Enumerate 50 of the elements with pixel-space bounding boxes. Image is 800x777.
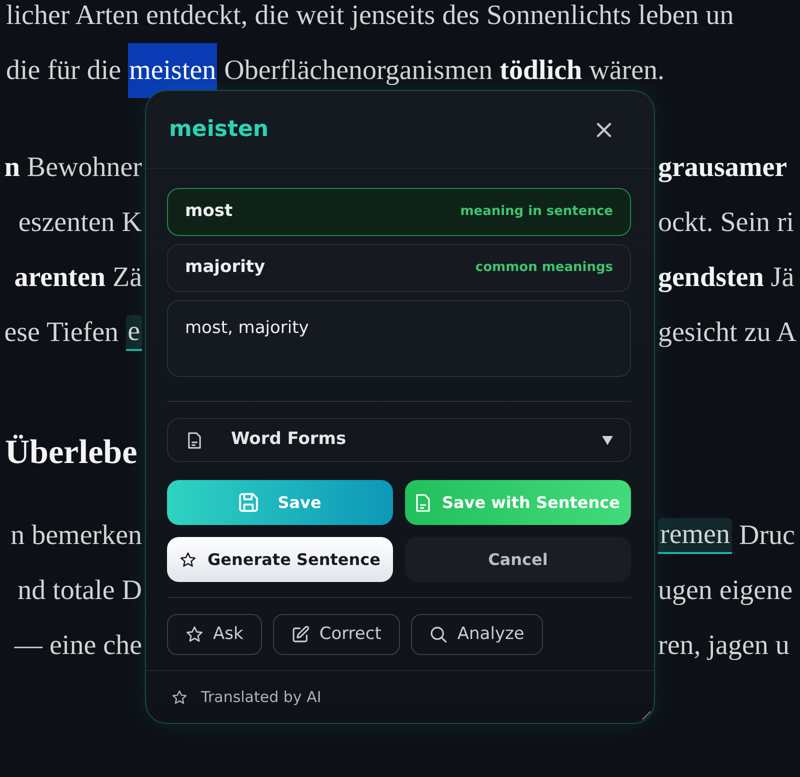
document-icon <box>188 432 201 448</box>
ask-button[interactable]: Ask <box>167 614 262 655</box>
save-icon <box>238 493 258 512</box>
article-text: ockt. Sein ri <box>658 206 794 240</box>
bold-text: n <box>4 150 20 184</box>
generate-sentence-button[interactable]: Generate Sentence <box>167 537 393 582</box>
correct-button[interactable]: Correct <box>273 614 400 655</box>
article-text: gesicht zu A <box>658 316 796 350</box>
star-icon <box>186 626 203 643</box>
close-icon <box>596 122 612 138</box>
star-icon <box>172 690 187 704</box>
resize-grip-icon <box>642 711 651 720</box>
article-text: Oberflächenorganismen <box>224 54 493 88</box>
article-text: licher Arten entdeckt, die weit jenseits des Sonnenlichts leben un <box>6 0 734 32</box>
document-icon <box>416 494 430 512</box>
translation-field[interactable]: most, majority <box>167 300 631 377</box>
article-text: — eine che <box>14 628 142 662</box>
article-text: Zä <box>112 260 142 294</box>
pencil-square-icon <box>292 626 310 643</box>
bold-text: tödlich <box>500 54 582 88</box>
bold-text: gendsten <box>658 260 764 294</box>
article-text: Jä <box>770 260 794 294</box>
search-icon <box>430 626 448 643</box>
word-forms-dropdown[interactable]: Word Forms <box>167 418 631 462</box>
meaning-source-tag: common meanings <box>475 258 613 278</box>
article-text: ese Tiefen <box>4 316 119 350</box>
article-text: wären. <box>589 54 665 88</box>
selected-word[interactable]: meisten <box>128 43 218 98</box>
bold-text: grausamer <box>658 150 788 184</box>
caret-down-icon <box>602 436 613 444</box>
meaning-source-tag: meaning in sentence <box>460 202 613 222</box>
meaning-option[interactable]: majority common meanings <box>167 244 631 292</box>
article-text: Bewohner <box>26 150 142 184</box>
article-text: ren, jagen u <box>658 628 790 662</box>
article-text: nd totale D <box>18 574 142 608</box>
article-text: die für die <box>6 54 122 88</box>
article-text: eszenten K <box>18 206 142 240</box>
article-text: ugen eigene <box>658 574 792 608</box>
meaning-option[interactable]: most meaning in sentence <box>167 188 631 236</box>
analyze-button[interactable]: Analyze <box>411 614 544 655</box>
footer-note: Translated by AI <box>201 686 322 708</box>
article-text: n bemerken <box>10 518 142 552</box>
highlighted-word[interactable]: remen <box>658 518 732 554</box>
section-heading: Überlebe <box>5 434 138 471</box>
cancel-button[interactable]: Cancel <box>405 537 631 582</box>
bold-text: arenten <box>14 260 106 294</box>
star-icon <box>180 552 196 568</box>
popup-title: meisten <box>169 116 269 144</box>
highlighted-word[interactable]: e <box>126 314 142 350</box>
article-text: Druc <box>738 518 795 552</box>
